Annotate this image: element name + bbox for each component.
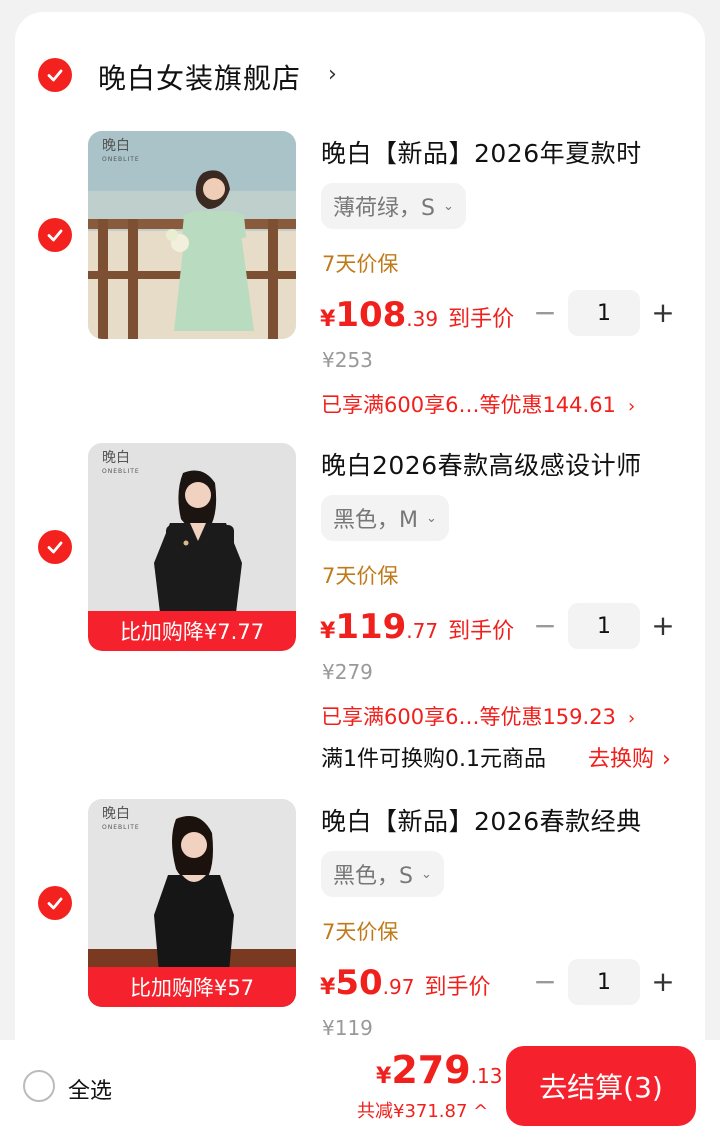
checkout-bar: 全选 ¥279.13 共减¥371.87 ^ 去结算(3) [0,1040,720,1140]
plus-icon[interactable]: + [648,967,678,997]
brand-watermark: 晚白 ONEBLITE [102,806,140,831]
price-guarantee: 7天价保 [322,252,399,276]
quantity-stepper: − 1 + [530,290,678,336]
final-price: ¥108.39 到手价 [320,295,515,335]
plus-icon[interactable]: + [648,611,678,641]
chevron-right-icon: › [662,747,671,772]
swap-offer-link[interactable]: 去换购 › [588,741,671,773]
discount-info[interactable]: 已享满600享6…等优惠159.23 › [321,701,635,731]
sku-value: 黑色，S [333,864,413,889]
select-all-radio[interactable] [23,1070,55,1102]
item-check-icon[interactable] [38,530,72,564]
chevron-down-icon: ⌄ [425,510,437,526]
price-guarantee: 7天价保 [322,564,399,588]
original-price: ¥279 [322,660,373,684]
final-price: ¥50.97 到手价 [320,963,491,1003]
product-title[interactable]: 晚白【新品】2026春款经典 [321,802,642,838]
minus-icon[interactable]: − [530,967,560,997]
select-all-label[interactable]: 全选 [68,1073,112,1105]
product-image[interactable]: 晚白 ONEBLITE 比加购降¥7.77 [88,443,296,651]
original-price: ¥119 [322,1016,373,1040]
product-title[interactable]: 晚白【新品】2026年夏款时 [321,134,642,170]
item-check-icon[interactable] [38,886,72,920]
quantity-input[interactable]: 1 [568,290,640,336]
minus-icon[interactable]: − [530,298,560,328]
sku-selector[interactable]: 黑色，M ⌄ [321,495,449,541]
price-drop-badge: 比加购降¥7.77 [88,611,296,651]
quantity-stepper: − 1 + [530,603,678,649]
checkout-button[interactable]: 去结算(3) [506,1046,696,1126]
chevron-right-icon: › [627,396,636,417]
sku-selector[interactable]: 薄荷绿，S ⌄ [321,183,466,229]
chevron-right-icon[interactable]: › [328,62,337,87]
chevron-down-icon: ⌄ [420,866,432,882]
quantity-stepper: − 1 + [530,959,678,1005]
swap-offer-text: 满1件可换购0.1元商品 [321,747,546,772]
total-price: ¥279.13 [376,1048,503,1092]
discount-info[interactable]: 已享满600享6…等优惠144.61 › [321,389,635,419]
price-guarantee: 7天价保 [322,920,399,944]
item-check-icon[interactable] [38,218,72,252]
final-price: ¥119.77 到手价 [320,607,515,647]
minus-icon[interactable]: − [530,611,560,641]
original-price: ¥253 [322,348,373,372]
brand-watermark: 晚白 ONEBLITE [102,450,140,475]
quantity-input[interactable]: 1 [568,959,640,1005]
product-image[interactable]: 晚白 ONEBLITE [88,131,296,339]
sku-selector[interactable]: 黑色，S ⌄ [321,851,444,897]
chevron-right-icon: › [627,708,636,729]
store-check-icon[interactable] [38,58,72,92]
product-title[interactable]: 晚白2026春款高级感设计师 [321,446,642,482]
chevron-down-icon: ⌄ [442,198,454,214]
product-image[interactable]: 晚白 ONEBLITE 比加购降¥57 [88,799,296,1007]
plus-icon[interactable]: + [648,298,678,328]
price-drop-badge: 比加购降¥57 [88,967,296,1007]
total-savings[interactable]: 共减¥371.87 ^ [357,1097,488,1123]
quantity-input[interactable]: 1 [568,603,640,649]
store-name[interactable]: 晚白女装旗舰店 [98,57,301,97]
brand-watermark: 晚白 ONEBLITE [102,138,140,163]
sku-value: 薄荷绿，S [333,196,435,221]
sku-value: 黑色，M [333,508,418,533]
